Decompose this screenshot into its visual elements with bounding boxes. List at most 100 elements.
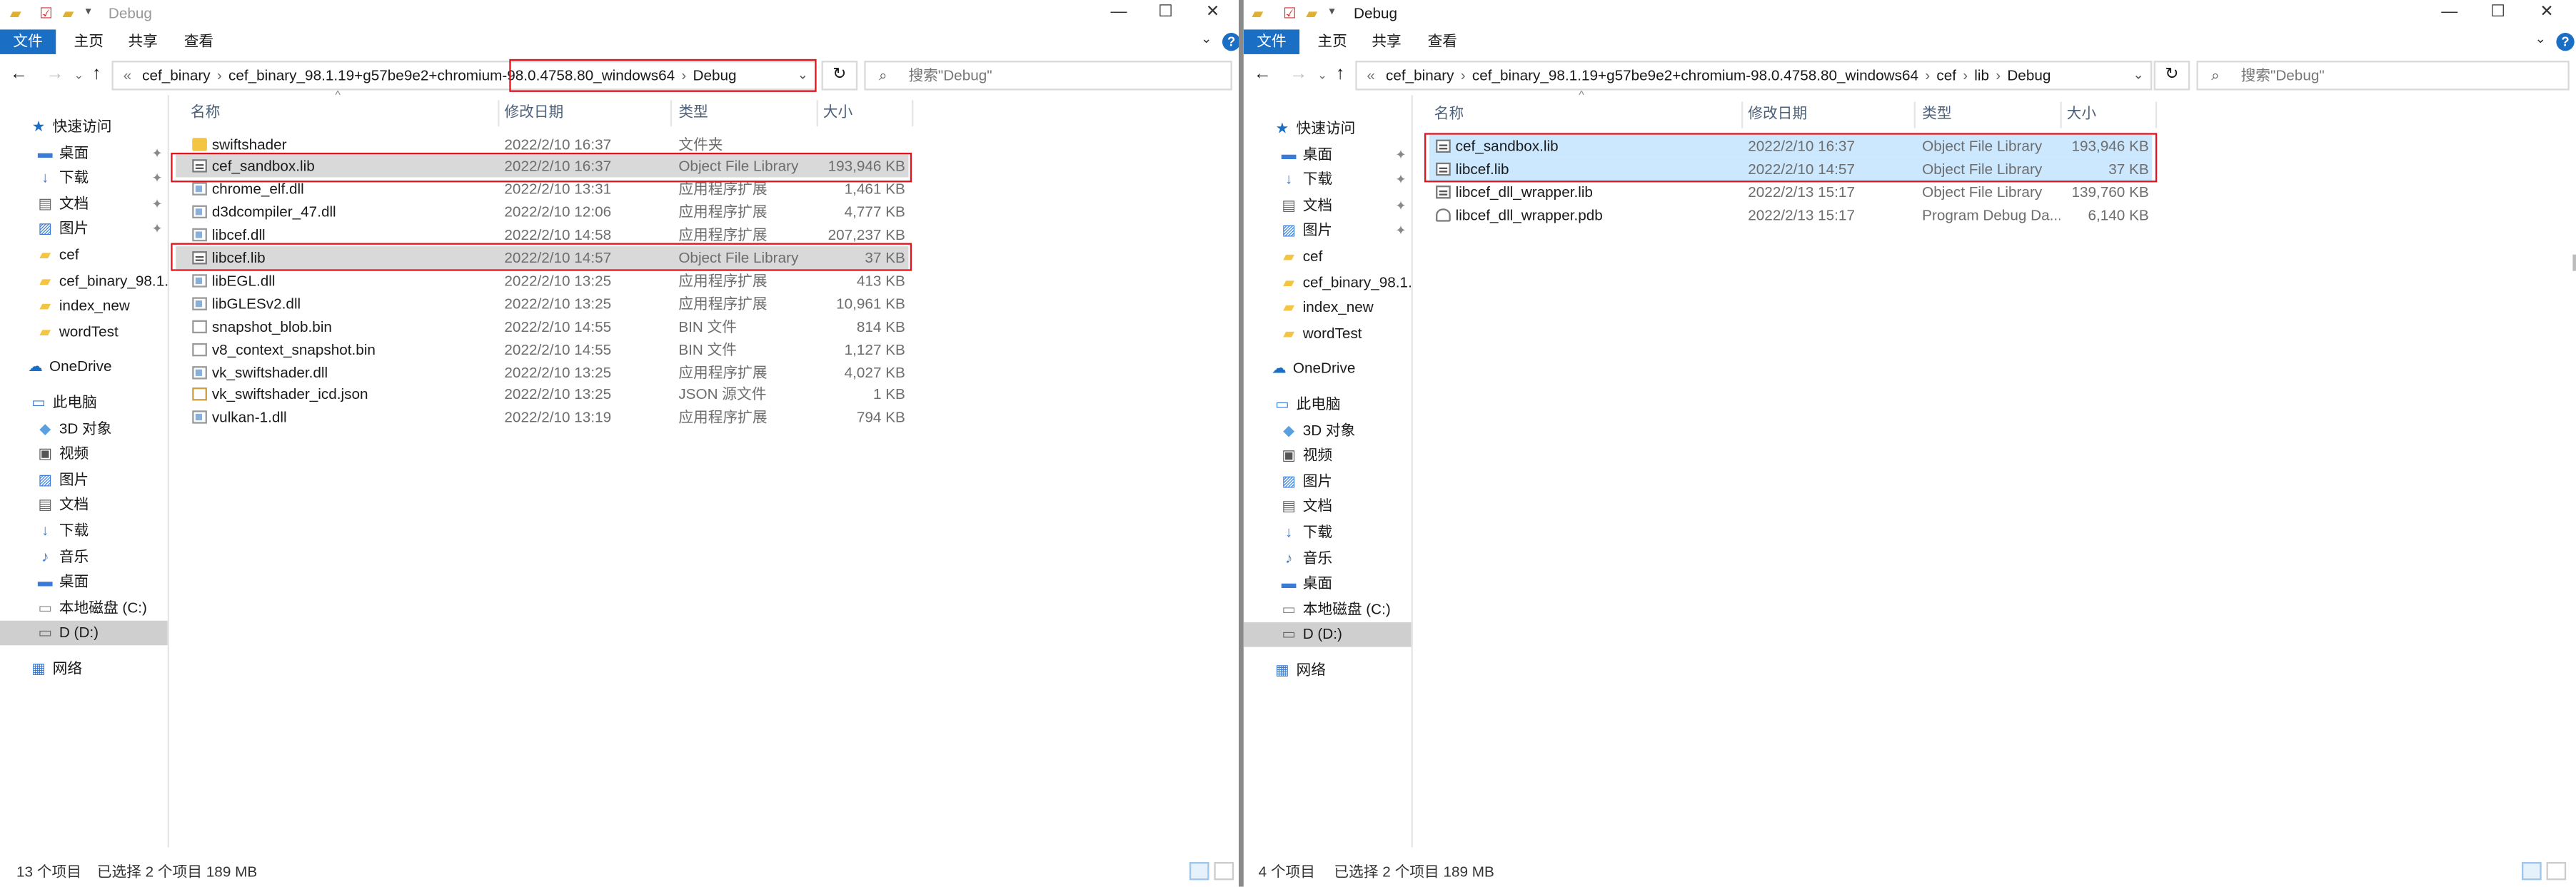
nav-item[interactable]: ▦ 网络 [1244,659,1412,684]
column-header-size[interactable]: 大小 [823,100,852,123]
tab-share[interactable]: 共享 [1372,29,1401,54]
recent-locations-icon[interactable]: ⌄ [1317,66,1327,88]
refresh-button[interactable]: ↻ [821,61,858,91]
maximize-icon[interactable]: ☐ [2490,4,2505,24]
customize-quick-access-icon[interactable]: ▾ [1329,4,1335,24]
minimize-icon[interactable]: — [1110,4,1127,24]
file-row[interactable]: libcef_dll_wrapper.lib 2022/2/13 15:17 Obj… [1429,180,2152,203]
expand-ribbon-icon[interactable]: ⌄ [2535,29,2545,49]
breadcrumb-item[interactable]: cef [1936,67,1956,83]
nav-item[interactable]: ▰ cef [1244,245,1412,270]
nav-item[interactable]: ▭ 本地磁盘 (C:) [0,596,168,621]
nav-item[interactable]: ▨ 图片 ✦ [0,218,168,243]
forward-arrow-icon[interactable]: → [46,62,64,85]
nav-item[interactable]: ▭ 此电脑 [0,391,168,416]
column-header-date[interactable]: 修改日期 [1748,102,1807,125]
breadcrumb-item[interactable]: cef_binary [1386,67,1454,83]
nav-item[interactable]: ▬ 桌面 [0,570,168,595]
nav-item[interactable]: ▦ 网络 [0,657,168,681]
nav-item[interactable]: ▨ 图片 ✦ [1244,219,1412,244]
properties-icon[interactable]: ☑ [39,4,53,24]
breadcrumb-item[interactable]: cef_binary_98.1.19+g57be9e2+chromium-98.… [1472,67,1918,83]
details-view-icon[interactable] [2522,862,2542,881]
tab-file[interactable]: 文件 [0,29,56,54]
column-header-date[interactable]: 修改日期 [504,100,563,123]
search-box[interactable]: ⌕ 搜索"Debug" [2196,61,2570,91]
nav-item[interactable]: ◆ 3D 对象 [0,417,168,442]
column-header-name[interactable]: 名称 [1434,102,1464,125]
back-arrow-icon[interactable]: ← [1254,62,1272,85]
nav-item[interactable]: ▰ wordTest [1244,322,1412,347]
nav-item[interactable]: ▰ cef_binary_98.1.19 [1244,270,1411,295]
tab-file[interactable]: 文件 [1243,29,1300,54]
details-view-icon[interactable] [1189,862,1209,881]
minimize-icon[interactable]: — [2441,4,2457,24]
tab-view[interactable]: 查看 [184,29,213,54]
nav-item[interactable]: ▬ 桌面 [1244,572,1412,597]
file-row[interactable]: snapshot_blob.bin 2022/2/10 14:55 BIN 文件 81… [176,315,908,338]
nav-item[interactable]: ▰ index_new [1244,296,1412,321]
file-row[interactable]: vk_swiftshader.dll 2022/2/10 13:25 应用程序扩展 4… [176,360,908,383]
nav-item[interactable]: ↓ 下载 ✦ [0,166,168,191]
refresh-button[interactable]: ↻ [2153,61,2190,91]
nav-item[interactable]: ▰ index_new [0,294,168,319]
nav-item[interactable]: ↓ 下载 ✦ [1244,168,1412,193]
file-row[interactable]: vk_swiftshader_icd.json 2022/2/10 13:25 JS… [176,383,908,406]
up-arrow-icon[interactable]: ↑ [1336,62,1345,85]
file-row[interactable]: libcef_dll_wrapper.pdb 2022/2/13 15:17 Pro… [1429,203,2152,225]
nav-item[interactable]: ★ 快速访问 [0,115,168,140]
back-arrow-icon[interactable]: ← [10,62,28,85]
nav-item[interactable]: ▣ 视频 [0,442,168,467]
nav-item[interactable]: ↓ 下载 [1244,520,1412,545]
nav-item[interactable]: ▭ 此电脑 [1244,392,1412,417]
nav-item[interactable]: ▭ D (D:) [0,621,168,647]
close-icon[interactable]: ✕ [1206,4,1219,24]
nav-item[interactable]: ▤ 文档 [0,493,168,518]
search-box[interactable]: ⌕ 搜索"Debug" [864,61,1232,91]
address-bar[interactable]: « cef_binary › cef_binary_98.1.19+g57be9e2… [1355,61,2153,91]
recent-locations-icon[interactable]: ⌄ [74,66,84,88]
nav-item[interactable]: ◆ 3D 对象 [1244,418,1412,443]
nav-item[interactable]: ▣ 视频 [1244,444,1412,469]
new-folder-icon[interactable]: ▰ [62,4,74,24]
column-header-type[interactable]: 类型 [1922,102,1951,125]
expand-ribbon-icon[interactable]: ⌄ [1201,29,1212,49]
tab-home[interactable]: 主页 [74,29,104,54]
nav-item[interactable]: ▭ 本地磁盘 (C:) [1244,597,1412,622]
maximize-icon[interactable]: ☐ [1158,4,1173,24]
properties-icon[interactable]: ☑ [1283,4,1297,24]
file-row[interactable]: vulkan-1.dll 2022/2/10 13:19 应用程序扩展 794 KB [176,406,908,429]
large-icons-view-icon[interactable] [2546,862,2567,881]
breadcrumb-item[interactable]: lib [1974,67,1989,83]
help-icon[interactable]: ? [1222,33,1239,51]
customize-quick-access-icon[interactable]: ▾ [86,4,91,24]
file-row[interactable]: libEGL.dll 2022/2/10 13:25 应用程序扩展 413 KB [176,269,908,292]
nav-item[interactable]: ★ 快速访问 [1244,116,1412,141]
nav-item[interactable]: ▰ cef_binary_98.1.19 [0,268,167,293]
nav-item[interactable]: ▰ wordTest [0,320,168,345]
nav-item[interactable]: ▨ 图片 [0,467,168,492]
nav-item[interactable]: ☁ OneDrive [1244,357,1412,382]
nav-item[interactable]: ♪ 音乐 [0,544,168,569]
nav-item[interactable]: ☁ OneDrive [0,355,168,380]
forward-arrow-icon[interactable]: → [1289,62,1307,85]
nav-item[interactable]: ▬ 桌面 ✦ [0,141,168,166]
nav-item[interactable]: ▬ 桌面 ✦ [1244,142,1412,167]
chevron-down-icon[interactable]: ⌄ [2133,62,2143,88]
column-header-name[interactable]: 名称 [191,100,220,123]
close-icon[interactable]: ✕ [2540,4,2553,24]
nav-item[interactable]: ↓ 下载 [0,519,168,544]
nav-item[interactable]: ▭ D (D:) [1243,622,1412,648]
up-arrow-icon[interactable]: ↑ [92,62,101,85]
tab-share[interactable]: 共享 [128,29,157,54]
help-icon[interactable]: ? [2556,33,2575,51]
nav-item[interactable]: ▤ 文档 [1244,495,1412,519]
tab-view[interactable]: 查看 [1428,29,1457,54]
large-icons-view-icon[interactable] [1214,862,1234,881]
tab-home[interactable]: 主页 [1317,29,1347,54]
column-header-type[interactable]: 类型 [678,100,708,123]
new-folder-icon[interactable]: ▰ [1306,4,1317,24]
breadcrumb-item[interactable]: cef_binary [142,67,211,83]
file-row[interactable]: swiftshader 2022/2/10 16:37 文件夹 [176,132,908,155]
nav-item[interactable]: ▨ 图片 [1244,470,1412,495]
